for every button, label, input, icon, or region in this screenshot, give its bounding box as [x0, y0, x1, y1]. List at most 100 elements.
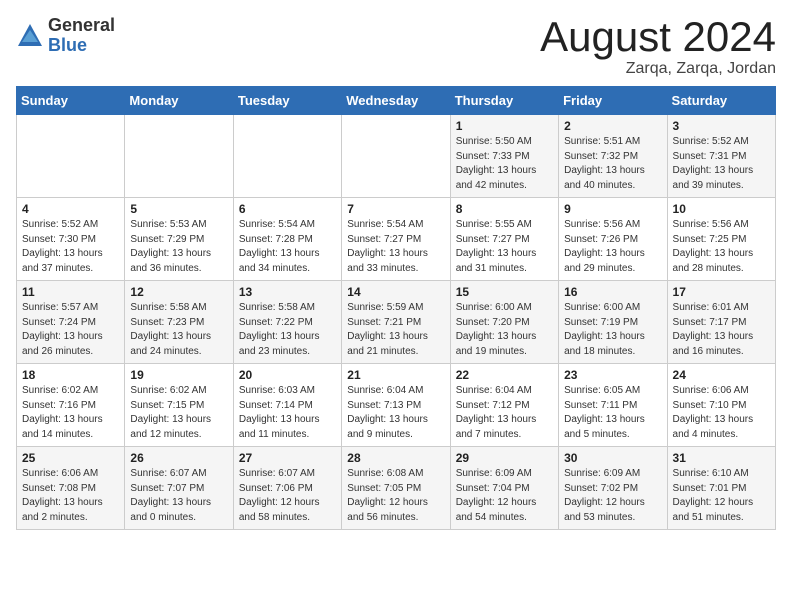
day-info: Sunrise: 6:06 AM Sunset: 7:08 PM Dayligh…	[22, 467, 119, 525]
day-info: Sunrise: 5:56 AM Sunset: 7:25 PM Dayligh…	[673, 218, 770, 276]
calendar-cell: 17 Sunrise: 6:01 AM Sunset: 7:17 PM Dayli…	[667, 281, 775, 364]
day-number: 13	[239, 285, 336, 299]
calendar-week-3: 11 Sunrise: 5:57 AM Sunset: 7:24 PM Dayli…	[17, 281, 776, 364]
calendar-cell: 24 Sunrise: 6:06 AM Sunset: 7:10 PM Dayli…	[667, 364, 775, 447]
day-info: Sunrise: 5:54 AM Sunset: 7:27 PM Dayligh…	[347, 218, 444, 276]
day-info: Sunrise: 5:58 AM Sunset: 7:23 PM Dayligh…	[130, 301, 227, 359]
day-number: 17	[673, 285, 770, 299]
calendar-cell: 28 Sunrise: 6:08 AM Sunset: 7:05 PM Dayli…	[342, 447, 450, 530]
calendar-cell: 7 Sunrise: 5:54 AM Sunset: 7:27 PM Daylig…	[342, 198, 450, 281]
page-header: General Blue August 2024 Zarqa, Zarqa, J…	[16, 16, 776, 78]
calendar-cell: 14 Sunrise: 5:59 AM Sunset: 7:21 PM Dayli…	[342, 281, 450, 364]
day-info: Sunrise: 5:55 AM Sunset: 7:27 PM Dayligh…	[456, 218, 553, 276]
day-info: Sunrise: 6:00 AM Sunset: 7:19 PM Dayligh…	[564, 301, 661, 359]
calendar-cell: 22 Sunrise: 6:04 AM Sunset: 7:12 PM Dayli…	[450, 364, 558, 447]
day-info: Sunrise: 5:52 AM Sunset: 7:30 PM Dayligh…	[22, 218, 119, 276]
day-info: Sunrise: 6:09 AM Sunset: 7:02 PM Dayligh…	[564, 467, 661, 525]
day-info: Sunrise: 6:06 AM Sunset: 7:10 PM Dayligh…	[673, 384, 770, 442]
day-number: 26	[130, 451, 227, 465]
day-info: Sunrise: 5:56 AM Sunset: 7:26 PM Dayligh…	[564, 218, 661, 276]
calendar-cell: 26 Sunrise: 6:07 AM Sunset: 7:07 PM Dayli…	[125, 447, 233, 530]
month-title: August 2024	[540, 16, 776, 58]
day-info: Sunrise: 5:54 AM Sunset: 7:28 PM Dayligh…	[239, 218, 336, 276]
day-info: Sunrise: 6:04 AM Sunset: 7:12 PM Dayligh…	[456, 384, 553, 442]
calendar-week-5: 25Sunrise: 6:06 AM Sunset: 7:08 PM Dayli…	[17, 447, 776, 530]
calendar-cell	[342, 115, 450, 198]
calendar-cell: 19Sunrise: 6:02 AM Sunset: 7:15 PM Dayli…	[125, 364, 233, 447]
day-number: 21	[347, 368, 444, 382]
day-number: 1	[456, 119, 553, 133]
weekday-header-saturday: Saturday	[667, 87, 775, 115]
calendar-cell: 5 Sunrise: 5:53 AM Sunset: 7:29 PM Daylig…	[125, 198, 233, 281]
calendar-week-2: 4 Sunrise: 5:52 AM Sunset: 7:30 PM Daylig…	[17, 198, 776, 281]
day-number: 24	[673, 368, 770, 382]
calendar-cell	[17, 115, 125, 198]
day-info: Sunrise: 5:52 AM Sunset: 7:31 PM Dayligh…	[673, 135, 770, 193]
day-info: Sunrise: 6:09 AM Sunset: 7:04 PM Dayligh…	[456, 467, 553, 525]
day-info: Sunrise: 6:07 AM Sunset: 7:06 PM Dayligh…	[239, 467, 336, 525]
header-row: SundayMondayTuesdayWednesdayThursdayFrid…	[17, 87, 776, 115]
day-number: 29	[456, 451, 553, 465]
weekday-header-sunday: Sunday	[17, 87, 125, 115]
calendar-cell: 31 Sunrise: 6:10 AM Sunset: 7:01 PM Dayli…	[667, 447, 775, 530]
day-number: 3	[673, 119, 770, 133]
weekday-header-friday: Friday	[559, 87, 667, 115]
calendar-cell: 9 Sunrise: 5:56 AM Sunset: 7:26 PM Daylig…	[559, 198, 667, 281]
calendar-table: SundayMondayTuesdayWednesdayThursdayFrid…	[16, 86, 776, 530]
day-number: 7	[347, 202, 444, 216]
calendar-cell: 29 Sunrise: 6:09 AM Sunset: 7:04 PM Dayli…	[450, 447, 558, 530]
calendar-header: SundayMondayTuesdayWednesdayThursdayFrid…	[17, 87, 776, 115]
logo-icon	[16, 22, 44, 50]
logo-blue-text: Blue	[48, 36, 115, 56]
calendar-cell: 25Sunrise: 6:06 AM Sunset: 7:08 PM Dayli…	[17, 447, 125, 530]
day-number: 14	[347, 285, 444, 299]
day-info: Sunrise: 6:07 AM Sunset: 7:07 PM Dayligh…	[130, 467, 227, 525]
calendar-cell: 30 Sunrise: 6:09 AM Sunset: 7:02 PM Dayli…	[559, 447, 667, 530]
calendar-cell: 12 Sunrise: 5:58 AM Sunset: 7:23 PM Dayli…	[125, 281, 233, 364]
calendar-week-1: 1 Sunrise: 5:50 AM Sunset: 7:33 PM Daylig…	[17, 115, 776, 198]
calendar-cell: 4 Sunrise: 5:52 AM Sunset: 7:30 PM Daylig…	[17, 198, 125, 281]
calendar-cell: 1 Sunrise: 5:50 AM Sunset: 7:33 PM Daylig…	[450, 115, 558, 198]
day-info: Sunrise: 6:08 AM Sunset: 7:05 PM Dayligh…	[347, 467, 444, 525]
day-number: 4	[22, 202, 119, 216]
calendar-week-4: 18Sunrise: 6:02 AM Sunset: 7:16 PM Dayli…	[17, 364, 776, 447]
day-info: Sunrise: 5:53 AM Sunset: 7:29 PM Dayligh…	[130, 218, 227, 276]
logo-general-text: General	[48, 16, 115, 36]
day-number: 31	[673, 451, 770, 465]
weekday-header-wednesday: Wednesday	[342, 87, 450, 115]
day-info: Sunrise: 6:04 AM Sunset: 7:13 PM Dayligh…	[347, 384, 444, 442]
calendar-cell	[233, 115, 341, 198]
day-info: Sunrise: 5:50 AM Sunset: 7:33 PM Dayligh…	[456, 135, 553, 193]
day-number: 16	[564, 285, 661, 299]
day-number: 30	[564, 451, 661, 465]
day-info: Sunrise: 6:01 AM Sunset: 7:17 PM Dayligh…	[673, 301, 770, 359]
calendar-cell: 27 Sunrise: 6:07 AM Sunset: 7:06 PM Dayli…	[233, 447, 341, 530]
calendar-cell: 10 Sunrise: 5:56 AM Sunset: 7:25 PM Dayli…	[667, 198, 775, 281]
day-number: 11	[22, 285, 119, 299]
day-number: 28	[347, 451, 444, 465]
day-info: Sunrise: 5:58 AM Sunset: 7:22 PM Dayligh…	[239, 301, 336, 359]
day-number: 27	[239, 451, 336, 465]
day-number: 6	[239, 202, 336, 216]
calendar-cell: 18Sunrise: 6:02 AM Sunset: 7:16 PM Dayli…	[17, 364, 125, 447]
calendar-cell: 20Sunrise: 6:03 AM Sunset: 7:14 PM Dayli…	[233, 364, 341, 447]
day-info: Sunrise: 5:57 AM Sunset: 7:24 PM Dayligh…	[22, 301, 119, 359]
day-number: 12	[130, 285, 227, 299]
day-info: Sunrise: 6:10 AM Sunset: 7:01 PM Dayligh…	[673, 467, 770, 525]
calendar-cell	[125, 115, 233, 198]
day-number: 5	[130, 202, 227, 216]
day-info: Sunrise: 5:59 AM Sunset: 7:21 PM Dayligh…	[347, 301, 444, 359]
calendar-cell: 8Sunrise: 5:55 AM Sunset: 7:27 PM Daylig…	[450, 198, 558, 281]
weekday-header-thursday: Thursday	[450, 87, 558, 115]
day-number: 22	[456, 368, 553, 382]
day-info: Sunrise: 6:02 AM Sunset: 7:15 PM Dayligh…	[130, 384, 227, 442]
day-number: 10	[673, 202, 770, 216]
calendar-cell: 6 Sunrise: 5:54 AM Sunset: 7:28 PM Daylig…	[233, 198, 341, 281]
day-number: 23	[564, 368, 661, 382]
day-number: 9	[564, 202, 661, 216]
calendar-cell: 16 Sunrise: 6:00 AM Sunset: 7:19 PM Dayli…	[559, 281, 667, 364]
calendar-cell: 15Sunrise: 6:00 AM Sunset: 7:20 PM Dayli…	[450, 281, 558, 364]
day-info: Sunrise: 6:00 AM Sunset: 7:20 PM Dayligh…	[456, 301, 553, 359]
day-number: 18	[22, 368, 119, 382]
day-info: Sunrise: 5:51 AM Sunset: 7:32 PM Dayligh…	[564, 135, 661, 193]
